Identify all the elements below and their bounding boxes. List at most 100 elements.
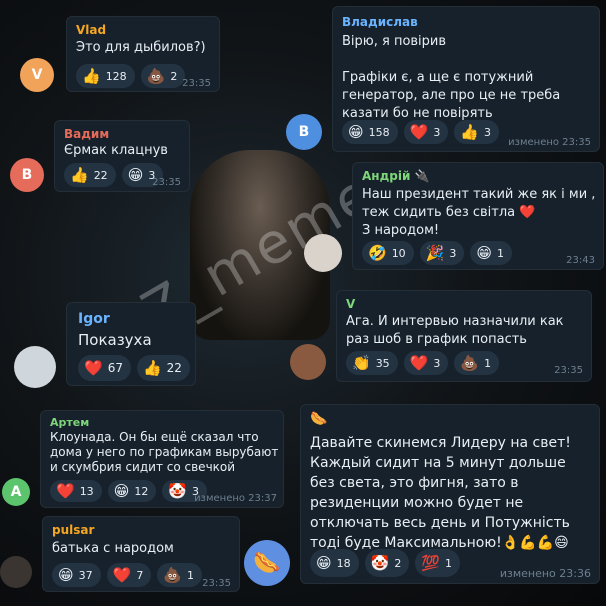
reaction-hundred[interactable]: 💯 1 xyxy=(415,549,461,577)
author-name: Igor xyxy=(78,311,110,327)
reaction-count: 1 xyxy=(497,246,505,260)
author-name: Владислав xyxy=(342,15,418,29)
timestamp: изменено 23:37 xyxy=(194,493,277,504)
reaction-count: 158 xyxy=(368,125,390,139)
thumbs-up-icon: 👍 xyxy=(142,358,162,377)
reaction-heart[interactable]: ❤️ 7 xyxy=(106,563,152,587)
reaction-count: 2 xyxy=(394,556,402,570)
thumbs-up-icon: 👍 xyxy=(460,122,480,141)
reaction-poop[interactable]: 💩 1 xyxy=(454,351,500,375)
message-card[interactable]: Владислав Вірю, я повірив Графіки є, а щ… xyxy=(332,6,600,152)
clown-icon: 🤡 xyxy=(168,481,188,500)
reaction-grin[interactable]: 😁 37 xyxy=(52,563,101,587)
grin-icon: 😁 xyxy=(348,122,364,141)
author-name: V xyxy=(346,297,356,311)
reaction-count: 1 xyxy=(445,556,453,570)
rofl-icon: 🤣 xyxy=(368,243,387,262)
message-text: батька с народом xyxy=(52,541,174,556)
timestamp: изменено 23:35 xyxy=(508,137,591,148)
reaction-count: 13 xyxy=(79,484,94,498)
reactions: ❤️ 13 😁 12 🤡 3 xyxy=(50,480,208,502)
poop-icon: 💩 xyxy=(460,353,480,372)
message-card[interactable]: Артем Клоунада. Он бы ещё сказал что дом… xyxy=(40,410,284,508)
reaction-thumbs-up[interactable]: 👍 22 xyxy=(136,355,190,381)
reaction-confetti[interactable]: 🎉 3 xyxy=(419,241,465,265)
reaction-count: 3 xyxy=(449,246,457,260)
reaction-count: 22 xyxy=(93,168,108,182)
reaction-heart[interactable]: ❤️ 13 xyxy=(50,480,102,502)
message-card[interactable]: Андрій 🔌 Наш президент такий же як і ми … xyxy=(352,162,604,270)
message-text: Это для дыбилов?) xyxy=(76,40,206,55)
message-card[interactable]: pulsar батька с народом 😁 37 ❤️ 7 💩 1 23:35 xyxy=(42,516,240,592)
message-text: Ага. И интервью назначили как раз шоб в … xyxy=(346,314,564,347)
reaction-heart[interactable]: ❤️ 3 xyxy=(403,120,449,144)
reaction-count: 2 xyxy=(170,69,178,83)
reaction-count: 18 xyxy=(336,556,351,570)
message-card[interactable]: 🌭 Давайте скинемся Лидеру на свет! Кажды… xyxy=(300,404,600,584)
timestamp: 23:35 xyxy=(182,78,211,89)
message-text: Вірю, я повірив Графіки є, а ще є потужн… xyxy=(342,34,561,121)
avatar[interactable] xyxy=(304,234,342,272)
timestamp: 23:35 xyxy=(554,365,583,376)
reaction-rofl[interactable]: 🤣 10 xyxy=(362,241,414,265)
author-name: Вадим xyxy=(64,127,110,141)
poop-icon: 💩 xyxy=(163,565,183,584)
reactions: 😁 18 🤡 2 💯 1 xyxy=(310,549,461,577)
avatar[interactable]: 🌭 xyxy=(244,540,290,586)
author-name: Vlad xyxy=(76,23,107,37)
reaction-thumbs-up[interactable]: 👍 3 xyxy=(454,120,500,144)
avatar[interactable]: В xyxy=(10,158,44,192)
grin-icon: 😁 xyxy=(476,243,493,262)
timestamp: 23:43 xyxy=(566,255,595,266)
reaction-poop[interactable]: 💩 2 xyxy=(140,64,186,88)
reaction-count: 22 xyxy=(166,361,182,375)
message-text: Єрмак клацнув xyxy=(64,143,168,158)
reaction-count: 7 xyxy=(136,568,144,582)
reaction-grin[interactable]: 😁 1 xyxy=(470,241,513,265)
avatar[interactable]: A xyxy=(2,478,30,506)
reaction-thumbs-up[interactable]: 👍 22 xyxy=(64,163,116,187)
thumbs-up-icon: 👍 xyxy=(82,66,101,85)
reactions: 😁 158 ❤️ 3 👍 3 xyxy=(342,120,500,144)
message-card[interactable]: Вадим Єрмак клацнув 👍 22 😁 3 23:35 xyxy=(54,120,190,192)
reaction-count: 128 xyxy=(105,69,127,83)
message-text: Наш президент такий же як і ми , теж сид… xyxy=(362,187,596,238)
avatar[interactable]: V xyxy=(20,58,54,92)
reaction-count: 1 xyxy=(484,356,492,370)
reaction-grin[interactable]: 😁 18 xyxy=(310,549,359,577)
avatar[interactable]: В xyxy=(286,114,322,150)
reaction-count: 35 xyxy=(375,356,390,370)
heart-icon: ❤️ xyxy=(84,358,103,377)
reaction-thumbs-up[interactable]: 👍 128 xyxy=(76,64,135,88)
reaction-clown[interactable]: 🤡 2 xyxy=(364,549,410,577)
reaction-count: 3 xyxy=(433,125,441,139)
author-name: Андрій 🔌 xyxy=(362,169,430,183)
reaction-poop[interactable]: 💩 1 xyxy=(157,563,203,587)
reactions: 😁 37 ❤️ 7 💩 1 xyxy=(52,563,203,587)
heart-icon: ❤️ xyxy=(56,481,75,500)
clown-icon: 🤡 xyxy=(370,553,390,572)
message-card[interactable]: V Ага. И интервью назначили как раз шоб … xyxy=(336,290,592,382)
message-text: Клоунада. Он бы ещё сказал что дома у не… xyxy=(50,430,279,474)
reaction-count: 3 xyxy=(433,356,441,370)
reactions: 🤣 10 🎉 3 😁 1 xyxy=(362,241,513,265)
avatar[interactable] xyxy=(0,556,32,588)
heart-icon: ❤️ xyxy=(409,353,429,372)
reaction-grin[interactable]: 😁 158 xyxy=(342,120,398,144)
avatar[interactable] xyxy=(14,346,56,388)
grin-icon: 😁 xyxy=(316,553,332,572)
reaction-heart[interactable]: ❤️ 3 xyxy=(403,351,449,375)
avatar[interactable] xyxy=(290,344,326,380)
reaction-count: 12 xyxy=(134,484,149,498)
reaction-heart[interactable]: ❤️ 67 xyxy=(78,355,131,381)
reaction-clap[interactable]: 👏 35 xyxy=(346,351,398,375)
message-card[interactable]: Vlad Это для дыбилов?) 👍 128 💩 2 23:35 xyxy=(66,16,220,92)
message-card[interactable]: Igor Показуха ❤️ 67 👍 22 xyxy=(66,302,196,386)
reaction-count: 67 xyxy=(107,361,123,375)
reactions: 👍 128 💩 2 xyxy=(76,64,186,88)
reaction-grin[interactable]: 😁 12 xyxy=(107,480,157,502)
reactions: 👍 22 😁 3 xyxy=(64,163,164,187)
heart-icon: ❤️ xyxy=(112,565,132,584)
heart-icon: ❤️ xyxy=(409,122,429,141)
grin-icon: 😁 xyxy=(113,481,130,500)
